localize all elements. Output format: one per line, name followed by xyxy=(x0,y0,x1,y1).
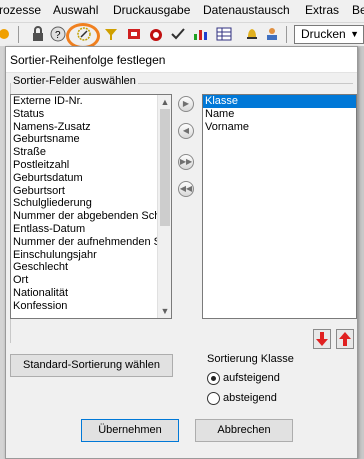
toolbar-separator xyxy=(286,26,287,43)
available-field-item[interactable]: Postleitzahl xyxy=(11,159,171,172)
selected-fields-items: Klasse Name Vorname xyxy=(203,95,356,133)
radio-ascending[interactable]: aufsteigend xyxy=(207,371,347,387)
arrow-up-icon xyxy=(339,332,351,346)
selected-fields-list[interactable]: Klasse Name Vorname xyxy=(202,94,357,319)
question-icon[interactable]: ? xyxy=(50,26,66,42)
filter-icon[interactable] xyxy=(103,26,119,42)
available-field-item[interactable]: Geburtsort xyxy=(11,185,171,198)
table-icon[interactable] xyxy=(216,26,232,42)
users-icon[interactable] xyxy=(264,26,280,42)
move-down-button[interactable] xyxy=(313,329,331,349)
available-field-item[interactable]: Geburtsdatum xyxy=(11,172,171,185)
scroll-up-icon[interactable]: ▲ xyxy=(158,95,171,109)
available-field-item[interactable]: Geschlecht xyxy=(11,261,171,274)
available-field-item[interactable]: Einschulungsjahr xyxy=(11,249,171,262)
scroll-thumb[interactable] xyxy=(160,109,170,226)
move-left-button[interactable]: ◀ xyxy=(178,123,194,139)
menu-datenaustausch[interactable]: Datenaustausch xyxy=(203,3,290,17)
available-field-item[interactable]: Geburtsname xyxy=(11,133,171,146)
double-chevron-right-icon: ▶▶ xyxy=(179,157,193,166)
radio-circle[interactable] xyxy=(207,392,220,405)
selected-field-item[interactable]: Klasse xyxy=(203,95,356,108)
alarm-icon[interactable] xyxy=(148,26,164,42)
selected-field-item[interactable]: Name xyxy=(203,108,356,121)
available-field-item[interactable]: Straße xyxy=(11,146,171,159)
menu-extras[interactable]: Extras xyxy=(305,3,339,17)
arrow-down-icon xyxy=(316,332,328,346)
sort-direction-label: Sortierung Klasse xyxy=(207,353,294,365)
move-up-button[interactable] xyxy=(336,329,354,349)
print-preview-icon[interactable] xyxy=(126,26,142,42)
available-field-item[interactable]: Ort xyxy=(11,274,171,287)
print-select[interactable]: Drucken ▼ xyxy=(294,25,364,44)
radio-dot xyxy=(211,376,216,381)
print-select-value: Drucken xyxy=(301,27,346,41)
available-fields-items: Externe ID-Nr. Status Namens-Zusatz Geburts… xyxy=(11,95,171,313)
dialog-title: Sortier-Reihenfolge festlegen xyxy=(10,53,166,67)
toolbar: ? Drucken ▼ xyxy=(0,22,364,46)
sort-order-dialog: Sortier-Reihenfolge festlegen Sortier-Fe… xyxy=(5,46,358,459)
available-field-item[interactable]: Nummer der aufnehmenden S xyxy=(11,236,171,249)
chart-icon[interactable] xyxy=(192,26,208,42)
selected-field-item[interactable]: Vorname xyxy=(203,121,356,134)
dialog-titlebar: Sortier-Reihenfolge festlegen xyxy=(6,47,357,73)
toolbar-separator xyxy=(18,26,19,43)
cancel-button[interactable]: Abbrechen xyxy=(195,419,293,442)
move-all-left-button[interactable]: ◀◀ xyxy=(178,181,194,197)
available-field-item[interactable]: Entlass-Datum xyxy=(11,223,171,236)
available-fields-list[interactable]: Externe ID-Nr. Status Namens-Zusatz Geburts… xyxy=(10,94,172,319)
chevron-right-icon: ▶ xyxy=(182,99,190,108)
available-fields-scrollbar[interactable]: ▲ ▼ xyxy=(157,95,171,318)
menu-more[interactable]: Ber xyxy=(352,3,364,17)
apply-button[interactable]: Übernehmen xyxy=(81,419,179,442)
bell-icon[interactable] xyxy=(244,26,260,42)
double-chevron-left-icon: ◀◀ xyxy=(179,184,193,193)
radio-ascending-label: aufsteigend xyxy=(223,372,280,384)
chevron-down-icon: ▼ xyxy=(350,29,359,39)
available-field-item[interactable]: Schulgliederung xyxy=(11,197,171,210)
svg-text:?: ? xyxy=(55,30,61,41)
available-field-item[interactable]: Konfession xyxy=(11,300,171,313)
radio-descending[interactable]: absteigend xyxy=(207,391,347,407)
menu-auswahl[interactable]: Auswahl xyxy=(53,3,98,17)
available-field-item[interactable]: Namens-Zusatz xyxy=(11,121,171,134)
chevron-left-icon: ◀ xyxy=(182,126,190,135)
check-icon[interactable] xyxy=(170,26,186,42)
sun-icon[interactable] xyxy=(0,26,12,42)
available-field-item[interactable]: Externe ID-Nr. xyxy=(11,95,171,108)
menu-bar: rozesse Auswahl Druckausgabe Datenaustau… xyxy=(0,0,364,22)
available-field-item[interactable]: Nummer der abgebenden Sch xyxy=(11,210,171,223)
menu-prozesse[interactable]: rozesse xyxy=(0,3,41,17)
radio-descending-label: absteigend xyxy=(223,392,277,404)
standard-sort-button[interactable]: Standard-Sortierung wählen xyxy=(10,354,173,377)
available-field-item[interactable]: Nationalität xyxy=(11,287,171,300)
radio-circle[interactable] xyxy=(207,372,220,385)
move-all-right-button[interactable]: ▶▶ xyxy=(178,154,194,170)
scroll-down-icon[interactable]: ▼ xyxy=(158,304,171,318)
sort-fields-group-label: Sortier-Felder auswählen xyxy=(11,75,138,87)
lock-icon[interactable] xyxy=(30,26,46,42)
background-window-edge xyxy=(358,46,364,459)
move-right-button[interactable]: ▶ xyxy=(178,96,194,112)
menu-druckausgabe[interactable]: Druckausgabe xyxy=(113,3,190,17)
available-field-item[interactable]: Status xyxy=(11,108,171,121)
